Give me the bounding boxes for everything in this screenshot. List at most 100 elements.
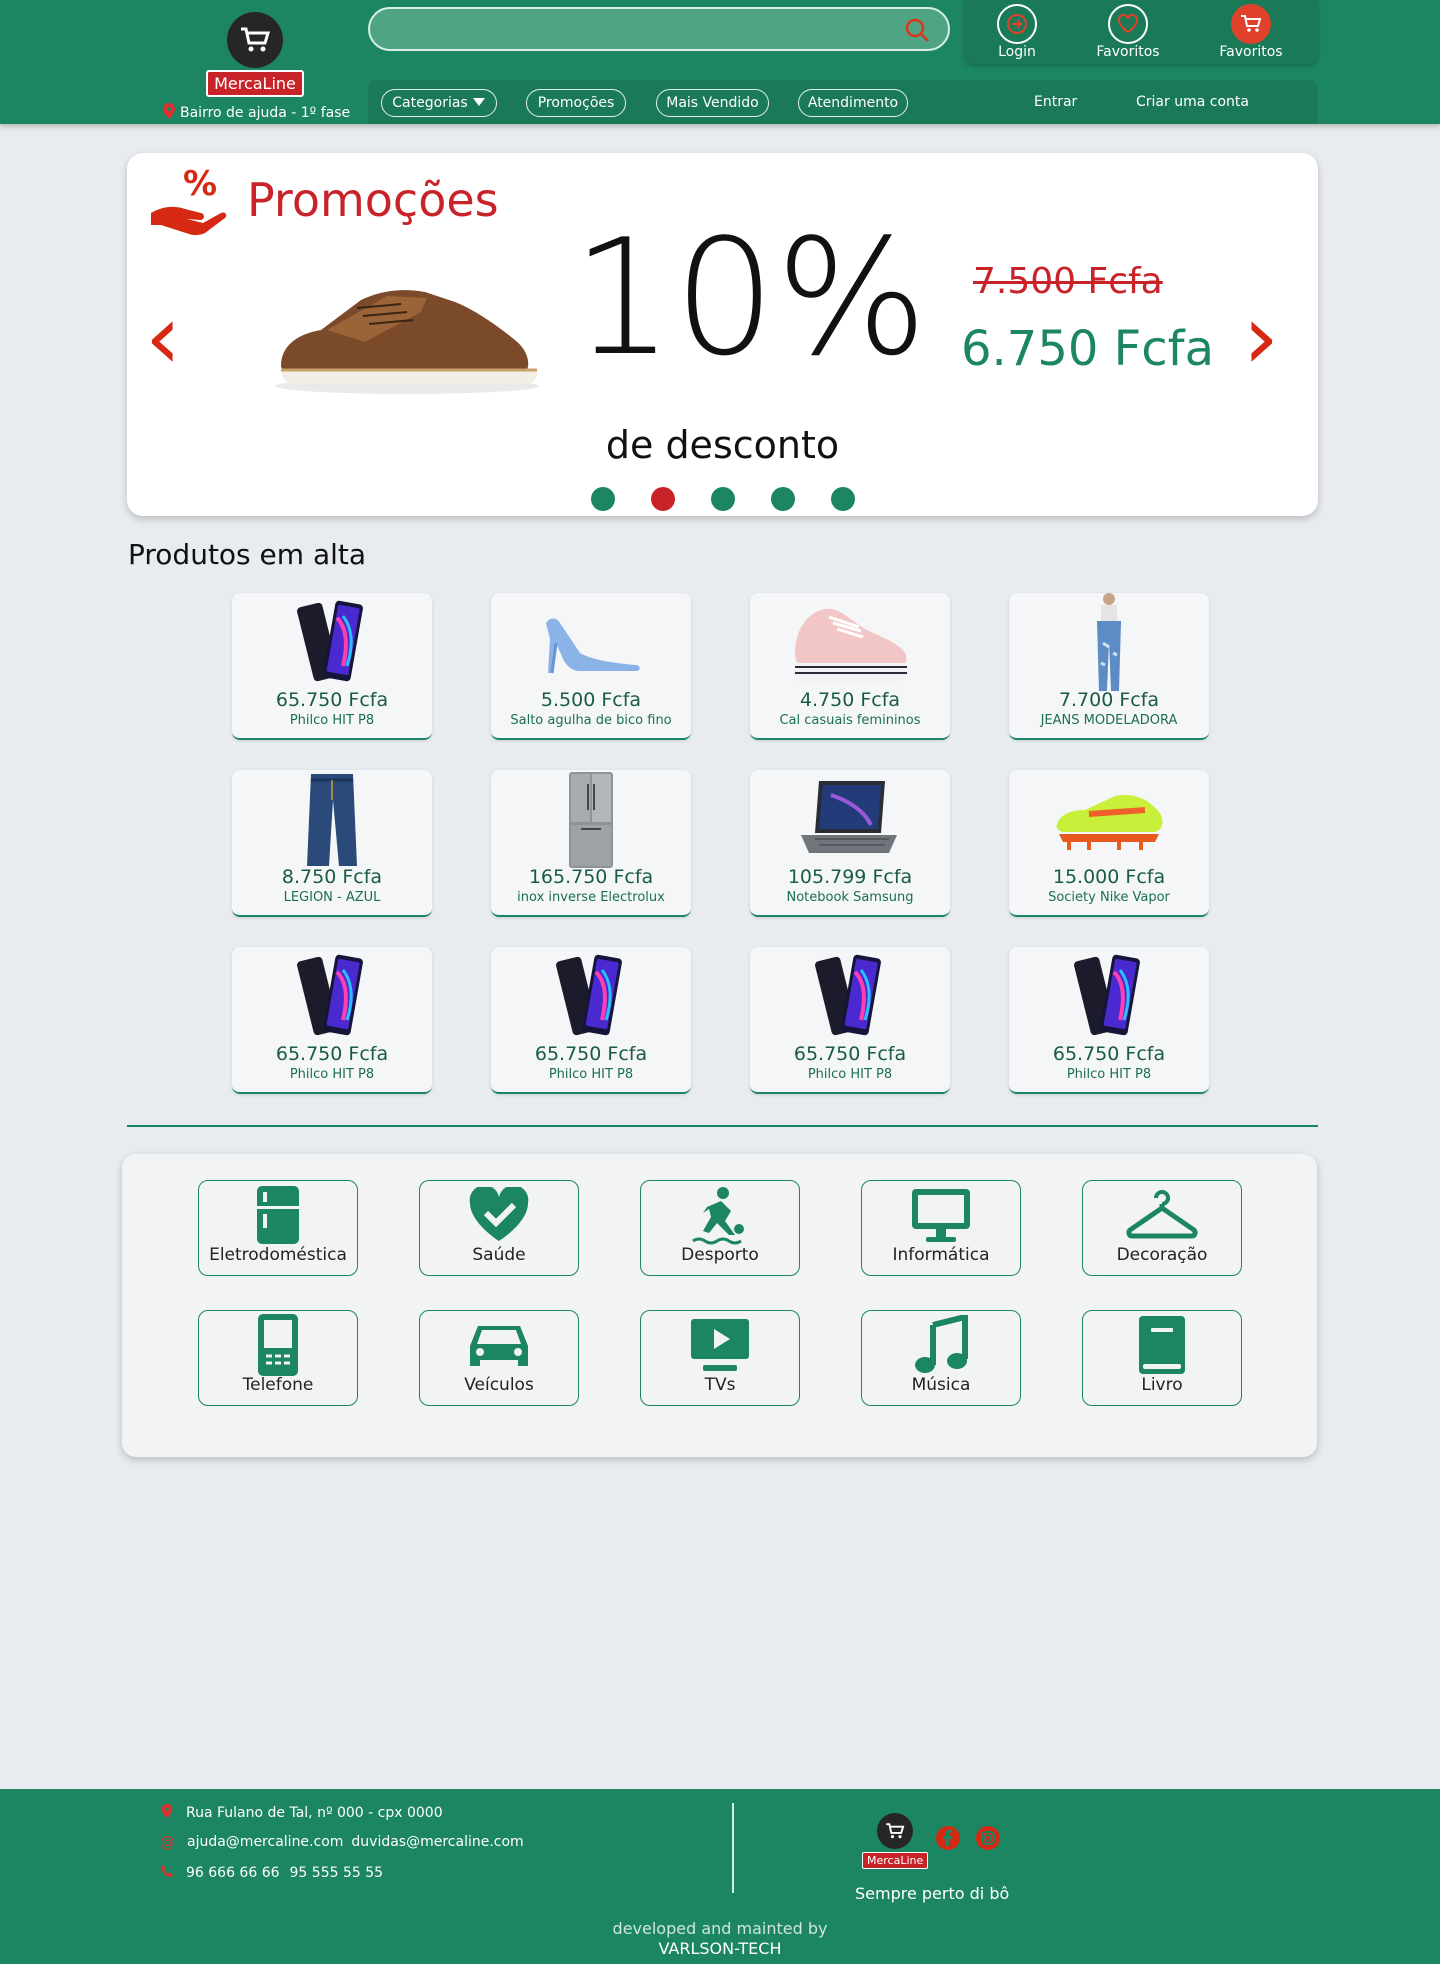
- slogan: Sempre perto di bô: [855, 1884, 1010, 1903]
- next-arrow-icon[interactable]: ›: [1243, 293, 1279, 383]
- category-label: Livro: [1141, 1375, 1183, 1395]
- pin-icon: [160, 1803, 174, 1823]
- section-divider: [127, 1125, 1318, 1127]
- caret-down-icon: [472, 95, 486, 111]
- developer-credit: developed and mainted by VARLSON-TECH: [0, 1919, 1440, 1959]
- categories-dropdown[interactable]: Categorias: [381, 89, 497, 117]
- login-button[interactable]: Login: [972, 4, 1062, 60]
- cart-icon: [1231, 4, 1271, 44]
- category-phone[interactable]: Telefone: [198, 1310, 358, 1406]
- category-book[interactable]: Livro: [1082, 1310, 1242, 1406]
- location-text: Bairro de ajuda - 1º fase: [180, 105, 351, 121]
- carousel-dot[interactable]: [830, 487, 855, 511]
- product-card[interactable]: 65.750 Fcfa Philco HIT P8: [1009, 947, 1209, 1094]
- product-image: [750, 770, 950, 870]
- products-title: Produtos em alta: [128, 538, 367, 571]
- category-fridge[interactable]: Eletrodoméstica: [198, 1180, 358, 1276]
- hanger-icon: [1083, 1181, 1241, 1249]
- carousel-dot-active[interactable]: [650, 487, 675, 511]
- product-card[interactable]: 65.750 Fcfa Philco HIT P8: [232, 593, 432, 740]
- discount-hand-icon: %: [149, 163, 233, 243]
- carousel-dots: [127, 487, 1318, 511]
- product-image: [1009, 770, 1209, 870]
- categories-panel: Eletrodoméstica Saúde Desporto Informática D…: [122, 1154, 1317, 1457]
- category-hanger[interactable]: Decoração: [1082, 1180, 1242, 1276]
- product-card[interactable]: 65.750 Fcfa Philco HIT P8: [491, 947, 691, 1094]
- product-name: LEGION - AZUL: [283, 890, 381, 905]
- carousel-dot[interactable]: [710, 487, 735, 511]
- product-card[interactable]: 105.799 Fcfa Notebook Samsung: [750, 770, 950, 917]
- category-football-player[interactable]: Desporto: [640, 1180, 800, 1276]
- tv-play-icon: [641, 1311, 799, 1379]
- product-image: [750, 947, 950, 1047]
- product-price: 4.750 Fcfa: [799, 689, 901, 711]
- best-sellers-link[interactable]: Mais Vendido: [656, 89, 769, 117]
- search-icon[interactable]: [904, 17, 930, 47]
- product-card[interactable]: 7.700 Fcfa JEANS MODELADORA: [1009, 593, 1209, 740]
- favorites-label: Favoritos: [1096, 44, 1160, 60]
- heart-icon: [1108, 4, 1148, 44]
- location: Bairro de ajuda - 1º fase: [162, 102, 350, 124]
- email-link[interactable]: ajuda@mercaline.com: [187, 1834, 343, 1850]
- category-monitor[interactable]: Informática: [861, 1180, 1021, 1276]
- product-price: 65.750 Fcfa: [275, 689, 389, 711]
- at-icon: @: [160, 1833, 175, 1851]
- fridge-icon: [199, 1181, 357, 1249]
- search-input[interactable]: [368, 7, 950, 51]
- product-card[interactable]: 15.000 Fcfa Society Nike Vapor: [1009, 770, 1209, 917]
- product-card[interactable]: 8.750 Fcfa LEGION - AZUL: [232, 770, 432, 917]
- prev-arrow-icon[interactable]: ‹: [145, 293, 181, 383]
- category-car[interactable]: Veículos: [419, 1310, 579, 1406]
- product-price: 65.750 Fcfa: [275, 1043, 389, 1065]
- svg-text:%: %: [183, 164, 217, 204]
- category-tv-play[interactable]: TVs: [640, 1310, 800, 1406]
- signup-link[interactable]: Criar uma conta: [1136, 94, 1249, 110]
- product-card[interactable]: 4.750 Fcfa Cal casuais femininos: [750, 593, 950, 740]
- favorites-button[interactable]: Favoritos: [1083, 4, 1173, 60]
- product-name: inox inverse Electrolux: [517, 890, 665, 905]
- cart-button[interactable]: Favoritos: [1206, 4, 1296, 60]
- category-label: Saúde: [472, 1245, 526, 1265]
- support-label: Atendimento: [807, 95, 899, 111]
- product-card[interactable]: 65.750 Fcfa Philco HIT P8: [232, 947, 432, 1094]
- football-player-icon: [641, 1181, 799, 1249]
- product-card[interactable]: 5.500 Fcfa Salto agulha de bico fino: [491, 593, 691, 740]
- email-link[interactable]: duvidas@mercaline.com: [351, 1834, 523, 1850]
- facebook-icon[interactable]: [935, 1825, 961, 1851]
- instagram-icon[interactable]: [975, 1825, 1001, 1851]
- phone-text: 95 555 55 55: [289, 1865, 384, 1881]
- support-link[interactable]: Atendimento: [798, 89, 908, 117]
- promotions-link[interactable]: Promoções: [526, 89, 626, 117]
- promo-title: Promoções: [247, 173, 499, 227]
- product-price: 5.500 Fcfa: [540, 689, 642, 711]
- logo[interactable]: MercaLine: [205, 12, 305, 97]
- product-card[interactable]: 65.750 Fcfa Philco HIT P8: [750, 947, 950, 1094]
- product-image: [232, 947, 432, 1047]
- carousel-dot[interactable]: [590, 487, 615, 511]
- carousel-dot[interactable]: [770, 487, 795, 511]
- promo-shoe-image: [267, 258, 547, 402]
- phone-text: 96 666 66 66: [186, 1865, 280, 1881]
- monitor-icon: [862, 1181, 1020, 1249]
- category-music[interactable]: Música: [861, 1310, 1021, 1406]
- product-price: 105.799 Fcfa: [787, 866, 913, 888]
- cart-label: Favoritos: [1219, 44, 1283, 60]
- footer: Rua Fulano de Tal, nº 000 - cpx 0000 @ a…: [0, 1789, 1440, 1964]
- product-card[interactable]: 165.750 Fcfa inox inverse Electrolux: [491, 770, 691, 917]
- product-image: [232, 770, 432, 870]
- product-image: [1009, 947, 1209, 1047]
- product-price: 65.750 Fcfa: [793, 1043, 907, 1065]
- product-price: 165.750 Fcfa: [528, 866, 654, 888]
- category-heart-check[interactable]: Saúde: [419, 1180, 579, 1276]
- product-image: [1009, 593, 1209, 693]
- brand-name: MercaLine: [206, 70, 304, 97]
- discount-percent: 10%: [572, 204, 928, 391]
- dev-line2: VARLSON-TECH: [658, 1939, 782, 1958]
- category-label: Telefone: [242, 1375, 314, 1395]
- product-price: 7.700 Fcfa: [1058, 689, 1160, 711]
- product-name: Philco HIT P8: [1066, 1067, 1152, 1082]
- login-label: Login: [998, 44, 1036, 60]
- login-link[interactable]: Entrar: [1034, 94, 1077, 110]
- footer-logo: MercaLine: [862, 1813, 929, 1869]
- product-name: Philco HIT P8: [807, 1067, 893, 1082]
